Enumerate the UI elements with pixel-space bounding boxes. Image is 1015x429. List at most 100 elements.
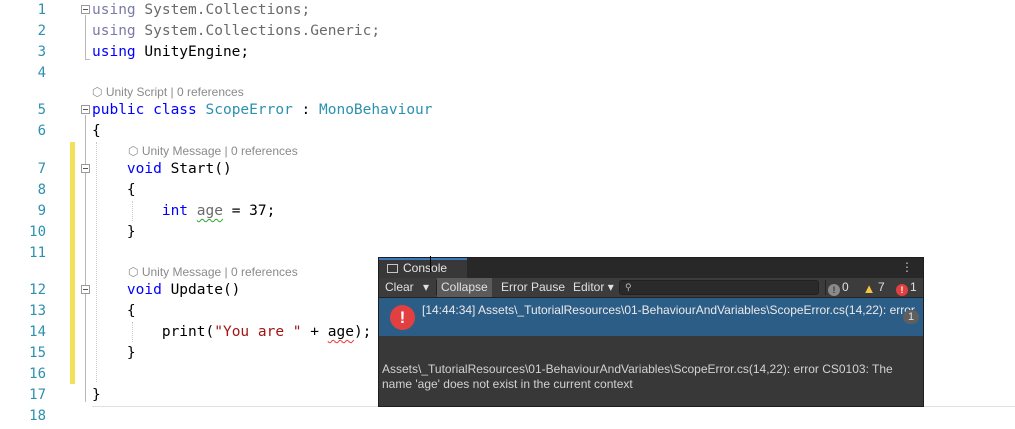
line-number: 2 [37, 23, 46, 39]
collapse-using-icon[interactable] [81, 5, 90, 14]
code-text: + [301, 324, 328, 340]
line-number: 1 [37, 2, 46, 18]
code-line-9[interactable]: int age = 37; [92, 201, 276, 221]
error-count: 1 [910, 280, 917, 294]
code-text: System.Collections; [135, 2, 311, 18]
codelens-script[interactable]: ⬡ Unity Script | 0 references [92, 84, 244, 100]
search-icon: ⚲ [625, 282, 632, 292]
line-number: 10 [29, 224, 46, 240]
triangle-down-icon: ▾ [604, 280, 614, 294]
console-toolbar: Clear ▾ Collapse Error Pause Editor ▾ ⚲ … [379, 278, 923, 298]
base-class-name: MonoBehaviour [319, 102, 433, 118]
log-entry-text: [14:44:34] Assets\_TutorialResources\01-… [422, 303, 915, 317]
codelens-label: Unity Script [105, 85, 168, 99]
warning-count-toggle[interactable]: ▲ 7 [862, 279, 885, 296]
codelens-references[interactable]: 0 references [231, 265, 298, 279]
error-pause-button[interactable]: Error Pause [497, 278, 569, 297]
codelens-separator: | [170, 85, 174, 99]
codelens-update[interactable]: ⬡ Unity Message | 0 references [128, 264, 298, 280]
line-number: 8 [37, 182, 46, 198]
unused-variable-warning[interactable]: age [197, 203, 223, 219]
error-variable[interactable]: age [328, 324, 354, 340]
tab-console-label: Console [403, 261, 448, 275]
class-name: ScopeError [205, 102, 293, 118]
line-number: 12 [29, 282, 46, 298]
collapse-button[interactable]: Collapse [437, 278, 492, 297]
outline-line [85, 15, 86, 59]
code-line-14[interactable]: print("You are " + age); [92, 322, 372, 342]
code-line-8[interactable]: { [92, 180, 136, 200]
unity-console-window[interactable]: Console ⋮ Clear ▾ Collapse Error Pause E… [378, 257, 924, 407]
codelens-references[interactable]: 0 references [177, 85, 244, 99]
clear-button[interactable]: Clear [381, 278, 418, 297]
code-line-12[interactable]: void Update() [92, 280, 241, 300]
code-line-1[interactable]: using System.Collections; [92, 0, 310, 20]
warning-icon: ▲ [862, 281, 876, 296]
collapse-update-icon[interactable] [81, 285, 90, 294]
error-count-toggle[interactable]: ! 1 [896, 279, 917, 296]
collapse-start-icon[interactable] [81, 164, 90, 173]
unity-icon: ⬡ [92, 85, 106, 99]
unity-icon: ⬡ [128, 265, 142, 279]
toolbar-separator [825, 280, 826, 295]
search-input[interactable]: ⚲ [619, 280, 819, 295]
error-icon: ! [390, 305, 415, 330]
code-text: UnityEngine; [135, 44, 250, 60]
change-indicator-bar [70, 142, 75, 384]
console-log-entry[interactable]: ! [14:44:34] Assets\_TutorialResources\0… [379, 298, 923, 336]
triangle-down-icon: ▾ [423, 280, 430, 294]
line-number: 6 [37, 123, 46, 139]
mouse-cursor [430, 256, 431, 272]
info-count: 0 [842, 280, 849, 294]
code-text: Update() [161, 282, 241, 298]
clear-options-dropdown[interactable]: ▾ [421, 278, 431, 297]
code-text: Start() [161, 161, 232, 177]
code-text: = 37; [222, 203, 276, 219]
code-line-6[interactable]: { [92, 121, 101, 141]
info-icon: ! [828, 284, 840, 296]
code-line-13[interactable]: { [92, 301, 136, 321]
codelens-label: Unity Message [141, 265, 222, 279]
code-text: ); [353, 324, 372, 340]
line-number: 5 [37, 102, 46, 118]
line-number: 18 [29, 408, 46, 424]
code-line-10[interactable]: } [92, 222, 136, 242]
collapse-count-badge: 1 [903, 310, 919, 324]
keyword: int [161, 203, 189, 219]
code-text: print( [161, 324, 215, 340]
outline-end [85, 59, 90, 60]
keyword: using [92, 2, 136, 18]
more-options-icon[interactable]: ⋮ [901, 260, 913, 274]
unity-icon: ⬡ [128, 144, 142, 158]
line-number: 15 [29, 345, 46, 361]
code-line-2[interactable]: using System.Collections.Generic; [92, 21, 380, 41]
line-number: 13 [29, 303, 46, 319]
editor-dropdown-label: Editor [573, 280, 605, 294]
info-count-toggle[interactable]: ! 0 [828, 279, 849, 296]
editor-dropdown[interactable]: Editor ▾ [569, 278, 618, 297]
codelens-references[interactable]: 0 references [231, 144, 298, 158]
code-line-15[interactable]: } [92, 343, 136, 363]
code-line-3[interactable]: using UnityEngine; [92, 42, 249, 62]
log-detail-text[interactable]: Assets\_TutorialResources\01-BehaviourAn… [382, 362, 918, 392]
codelens-start[interactable]: ⬡ Unity Message | 0 references [128, 143, 298, 159]
code-line-17[interactable]: } [92, 385, 101, 405]
line-number: 9 [37, 203, 46, 219]
codelens-separator: | [224, 144, 228, 158]
tab-console[interactable]: Console [379, 258, 467, 278]
line-number: 14 [29, 324, 46, 340]
code-text: : [292, 102, 320, 118]
line-number: 11 [29, 245, 46, 261]
collapse-class-icon[interactable] [81, 105, 90, 114]
code-line-5[interactable]: public class ScopeError : MonoBehaviour [92, 100, 433, 120]
warning-count: 7 [878, 280, 885, 294]
error-icon: ! [896, 284, 908, 296]
code-line-7[interactable]: void Start() [92, 159, 232, 179]
codelens-separator: | [224, 265, 228, 279]
console-icon [387, 264, 398, 273]
